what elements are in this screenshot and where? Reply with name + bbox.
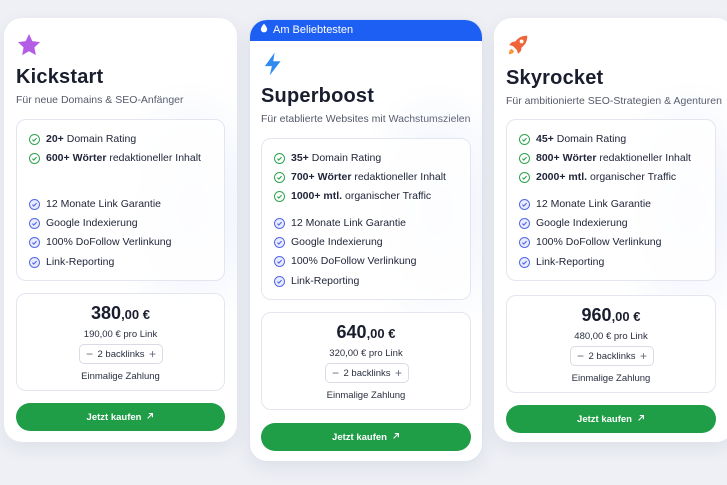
feature-list: 35+ Domain Rating 700+ Wörter redaktione… <box>261 138 471 300</box>
plan-card-skyrocket: Skyrocket Für ambitionierte SEO-Strategi… <box>494 18 727 442</box>
plan-subtitle: Für ambitionierte SEO-Strategien & Agent… <box>506 95 722 107</box>
plan-name: Skyrocket <box>506 67 604 89</box>
feature-item: 700+ Wörter redaktioneller Inhalt <box>274 171 446 183</box>
payment-type: Einmalige Zahlung <box>326 390 406 401</box>
popular-badge: Am Beliebtesten <box>250 20 482 41</box>
check-icon <box>29 198 40 210</box>
increment-button[interactable]: + <box>640 350 647 362</box>
buy-button[interactable]: Jetzt kaufen <box>261 423 471 451</box>
feature-item: 45+ Domain Rating <box>519 133 626 145</box>
check-icon <box>274 275 285 287</box>
payment-type: Einmalige Zahlung <box>571 373 651 384</box>
buy-button[interactable]: Jetzt kaufen <box>506 405 716 433</box>
plan-name: Kickstart <box>16 66 104 88</box>
feature-item: 35+ Domain Rating <box>274 152 381 164</box>
check-icon <box>519 217 530 229</box>
feature-item: Google Indexierung <box>29 217 138 229</box>
check-icon <box>519 256 530 268</box>
feature-item: 100% DoFollow Verlinkung <box>274 255 417 267</box>
feature-item: 12 Monate Link Garantie <box>274 217 406 229</box>
plan-subtitle: Für neue Domains & SEO-Anfänger <box>16 94 184 106</box>
feature-item: 12 Monate Link Garantie <box>519 198 651 210</box>
check-icon <box>519 171 530 183</box>
check-icon <box>274 255 285 267</box>
feature-item: 20+ Domain Rating <box>29 133 136 145</box>
arrow-up-right-icon <box>392 432 400 443</box>
quantity-stepper[interactable]: − 2 backlinks + <box>325 363 409 383</box>
feature-item: 600+ Wörter redaktioneller Inhalt <box>29 152 201 164</box>
price-per-link: 480,00 € pro Link <box>574 331 648 342</box>
quantity-stepper[interactable]: − 2 backlinks + <box>570 346 654 366</box>
check-icon <box>29 133 40 145</box>
plan-card-kickstart: Kickstart Für neue Domains & SEO-Anfänge… <box>4 18 237 442</box>
price-per-link: 190,00 € pro Link <box>83 329 158 340</box>
feature-item: Google Indexierung <box>519 217 628 229</box>
price-box: 380,00 € 190,00 € pro Link − 2 backlinks… <box>16 293 225 391</box>
plan-card-superboost: Am Beliebtesten Superboost Für etabliert… <box>249 19 483 462</box>
feature-list: 20+ Domain Rating 600+ Wörter redaktione… <box>16 119 225 281</box>
check-icon <box>519 133 530 145</box>
check-icon <box>274 171 285 183</box>
feature-list: 45+ Domain Rating 800+ Wörter redaktione… <box>506 119 716 281</box>
check-icon <box>519 198 530 210</box>
check-icon <box>29 236 40 248</box>
feature-item: 2000+ mtl. organischer Traffic <box>519 171 676 183</box>
feature-item: 100% DoFollow Verlinkung <box>519 236 662 248</box>
feature-item: 800+ Wörter redaktioneller Inhalt <box>519 152 691 164</box>
check-icon <box>274 217 285 229</box>
increment-button[interactable]: + <box>149 348 156 360</box>
check-icon <box>29 256 40 268</box>
feature-item: Google Indexierung <box>274 236 383 248</box>
check-icon <box>519 236 530 248</box>
arrow-up-right-icon <box>637 414 645 425</box>
price-box: 960,00 € 480,00 € pro Link − 2 backlinks… <box>506 295 716 393</box>
decrement-button[interactable]: − <box>332 367 339 379</box>
decrement-button[interactable]: − <box>577 350 584 362</box>
lightning-icon <box>260 51 286 77</box>
increment-button[interactable]: + <box>395 367 402 379</box>
feature-item: 1000+ mtl. organischer Traffic <box>274 190 431 202</box>
plan-name: Superboost <box>261 85 375 107</box>
arrow-up-right-icon <box>146 412 154 423</box>
price: 960,00 € <box>581 305 641 325</box>
check-icon <box>274 152 285 164</box>
feature-item: Link-Reporting <box>519 256 604 268</box>
check-icon <box>274 190 285 202</box>
check-icon <box>519 152 530 164</box>
check-icon <box>29 217 40 229</box>
check-icon <box>274 236 285 248</box>
price: 380,00 € <box>91 303 150 323</box>
quantity-value: 2 backlinks <box>97 348 145 360</box>
rocket-icon <box>505 32 531 58</box>
buy-button[interactable]: Jetzt kaufen <box>16 403 225 431</box>
plan-subtitle: Für etablierte Websites mit Wachstumszie… <box>261 113 471 125</box>
quantity-value: 2 backlinks <box>343 367 391 379</box>
price-per-link: 320,00 € pro Link <box>329 348 403 359</box>
feature-item: 100% DoFollow Verlinkung <box>29 236 172 248</box>
price-box: 640,00 € 320,00 € pro Link − 2 backlinks… <box>261 312 471 410</box>
price: 640,00 € <box>336 322 396 342</box>
feature-item: Link-Reporting <box>274 275 359 287</box>
feature-item: Link-Reporting <box>29 256 114 268</box>
star-icon <box>16 32 42 58</box>
check-icon <box>29 152 40 164</box>
quantity-value: 2 backlinks <box>588 350 636 362</box>
quantity-stepper[interactable]: − 2 backlinks + <box>79 344 163 364</box>
feature-item: 12 Monate Link Garantie <box>29 198 161 210</box>
decrement-button[interactable]: − <box>86 348 93 360</box>
drop-icon <box>260 20 268 41</box>
payment-type: Einmalige Zahlung <box>81 371 160 382</box>
